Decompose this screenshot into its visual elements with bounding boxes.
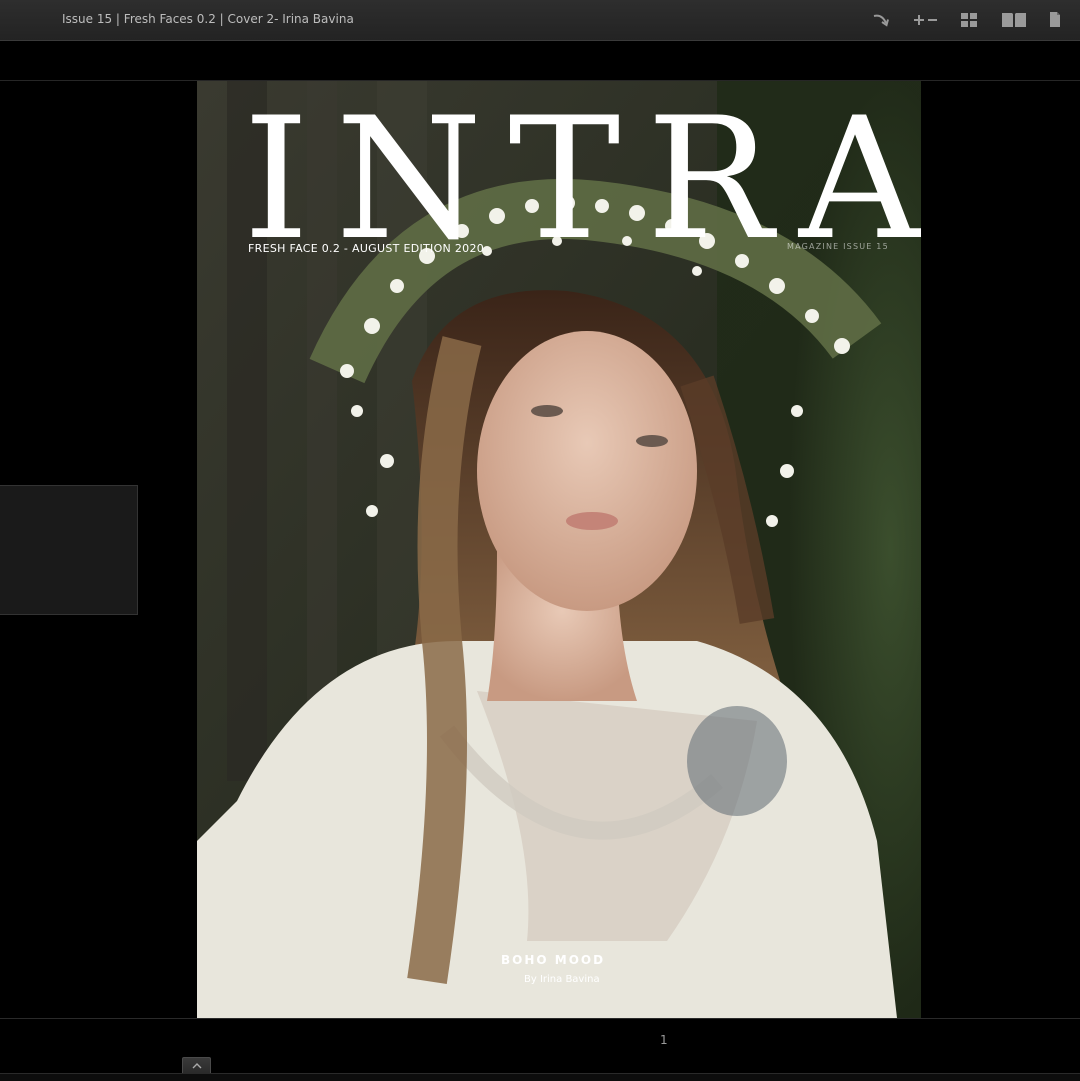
side-panel[interactable] xyxy=(0,485,138,615)
page-number: 1 xyxy=(660,1033,668,1047)
document-title: Issue 15 | Fresh Faces 0.2 | Cover 2- Ir… xyxy=(62,12,354,26)
bottom-bar: 1 xyxy=(0,1018,1080,1081)
zoom-button[interactable] xyxy=(910,8,940,32)
page-viewer: INTRA FRESH FACE 0.2 - AUGUST EDITION 20… xyxy=(0,41,1080,1018)
cover-story-title: BOHO MOOD xyxy=(501,953,606,967)
single-page-icon xyxy=(1050,12,1060,27)
cover-masthead: INTRA xyxy=(243,81,921,277)
zoom-in-out-icon xyxy=(914,15,937,25)
cover-edition-text: FRESH FACE 0.2 - AUGUST EDITION 2020 xyxy=(248,242,485,255)
share-button[interactable] xyxy=(870,8,892,32)
cover-issue-text: MAGAZINE ISSUE 15 xyxy=(787,242,889,251)
grid-view-icon xyxy=(961,13,977,27)
chevron-up-icon xyxy=(192,1063,201,1069)
single-page-view-button[interactable] xyxy=(1045,8,1065,32)
double-page-icon xyxy=(1002,13,1026,27)
double-page-view-button[interactable] xyxy=(999,8,1029,32)
thumbnails-toggle-button[interactable] xyxy=(182,1057,211,1074)
cover-story-byline: By Irina Bavina xyxy=(524,974,600,985)
share-arrow-icon xyxy=(873,14,889,27)
grid-view-button[interactable] xyxy=(958,8,980,32)
magazine-cover[interactable]: INTRA FRESH FACE 0.2 - AUGUST EDITION 20… xyxy=(197,81,921,1018)
top-toolbar: Issue 15 | Fresh Faces 0.2 | Cover 2- Ir… xyxy=(0,0,1080,41)
